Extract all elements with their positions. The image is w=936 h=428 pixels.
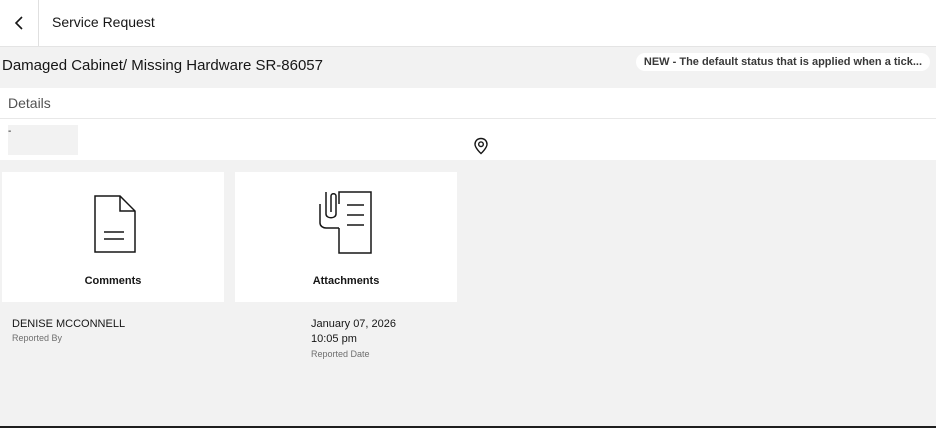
details-field [8,125,78,155]
reported-date-label: Reported Date [311,349,370,359]
reported-time-value: 10:05 pm [311,333,357,345]
comments-tile[interactable]: Comments [2,172,224,302]
attachments-label: Attachments [312,275,380,287]
chevron-left-icon [14,16,23,30]
page-title: Service Request [52,14,155,30]
location-pin-icon[interactable] [473,137,489,155]
reported-by-value: DENISE MCCONNELL [12,318,126,330]
details-heading: Details [0,88,936,119]
app-header: Service Request [0,0,936,47]
details-panel: Details - [0,88,936,160]
attachments-tile[interactable]: Attachments [235,172,457,302]
status-badge: NEW - The default status that is applied… [635,53,930,71]
attachment-icon [319,191,372,254]
back-button[interactable] [0,0,39,46]
reported-by-label: Reported By [12,333,63,343]
comments-label: Comments [84,275,142,287]
service-request-title: Damaged Cabinet/ Missing Hardware SR-860… [2,57,323,74]
document-icon [94,195,136,253]
reported-date-value: January 07, 2026 [311,318,397,330]
details-value: - [8,126,12,137]
